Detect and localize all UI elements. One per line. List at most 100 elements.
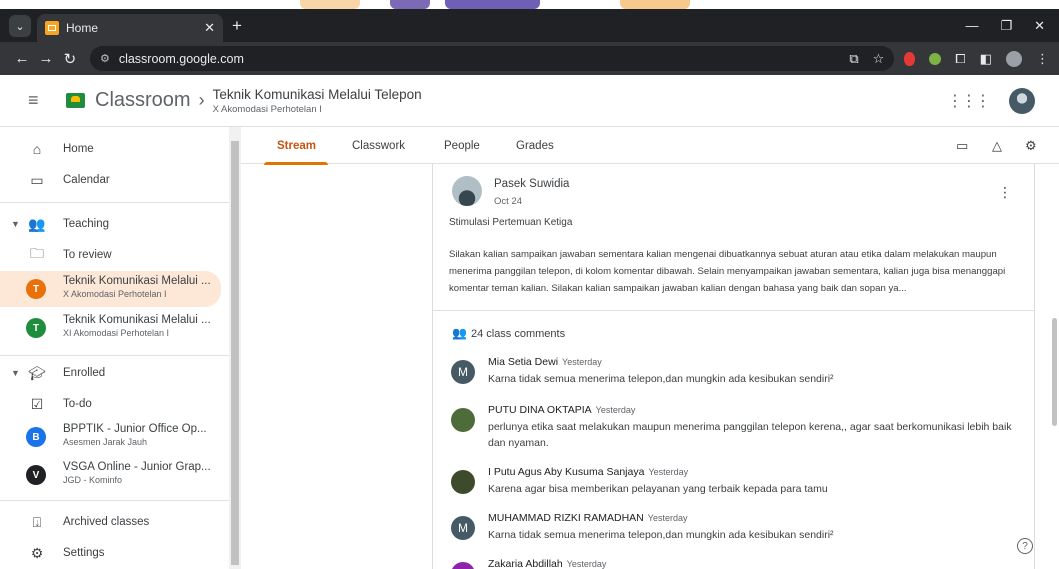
class-comments-toggle[interactable]: 👥 24 class comments [452,326,565,340]
stream-post-card: Pasek Suwidia Oct 24 ⋮ Stimulasi Pertemu… [432,164,1035,569]
scrollbar-thumb[interactable] [231,141,239,565]
sidebar-item-label: Settings [63,547,105,559]
sidebar-scrollbar[interactable] [229,127,241,569]
extension-red-icon[interactable] [904,51,916,66]
more-options-icon[interactable]: ⋮ [998,184,1012,201]
people-icon: 👥 [452,326,467,340]
sidebar-item-sublabel: XI Akomodasi Perhotelan I [63,328,170,338]
sidebar-item-label: Teknik Komunikasi Melalui ... [63,314,211,326]
classroom-header: ≡ Classroom › Teknik Komunikasi Melalui … [0,75,1059,127]
sidebar-item-label: To review [63,249,112,261]
google-apps-icon[interactable]: ⋮⋮⋮ [947,91,991,111]
comment-text: Karna tidak semua menerima telepon,dan m… [488,529,834,541]
comment-time: Yesterday [648,467,689,477]
comment-time: Yesterday [566,559,607,569]
reload-icon[interactable]: ↻ [58,50,82,68]
sidebar-item-calendar[interactable]: ▭ Calendar [0,164,229,196]
calendar-icon[interactable]: ▭ [956,138,968,154]
comment-time: Yesterday [562,357,602,367]
minimize-icon[interactable]: — [965,18,978,34]
sidebar-item-enrolled[interactable]: ▼ 🎓︎ Enrolled [0,357,229,389]
extensions-puzzle-icon[interactable]: ⧠ [955,51,965,67]
close-window-icon[interactable]: ✕ [1034,18,1045,34]
browser-toolbar: ← → ↻ ⚙ classroom.google.com ⧉ ☆ ⧠ ◧ ⋮ [0,42,1059,75]
tab-people[interactable]: People [444,127,480,164]
tab-stream[interactable]: Stream [264,127,328,165]
comment-text: Karena agar bisa memberikan pelayanan ya… [488,483,828,495]
avatar: M [451,516,475,540]
caret-down-icon[interactable]: ▼ [11,368,20,378]
sidebar-item-to-review[interactable]: 🗀 To review [0,239,229,271]
comment-author: PUTU DINA OKTAPIA [488,404,592,416]
browser-tab-title: Home [66,21,99,35]
class-initial-badge: V [26,465,46,485]
site-info-icon[interactable]: ⚙ [100,52,110,65]
comment-author: Zakaria Abdillah [488,558,563,569]
sidebar-item-archived[interactable]: ⍗ Archived classes [0,506,229,538]
caret-down-icon[interactable]: ▼ [11,219,20,229]
new-tab-icon[interactable]: + [232,16,242,36]
divider [0,355,229,356]
sidebar-item-class[interactable]: V VSGA Online - Junior Grap... JGD - Kom… [0,457,229,493]
main-menu-icon[interactable]: ≡ [28,90,50,111]
class-name: Teknik Komunikasi Melalui Telepon [212,86,422,102]
avatar: M [451,360,475,384]
side-panel-icon[interactable]: ◧ [980,51,992,67]
calendar-icon: ▭ [30,171,44,188]
avatar[interactable] [1009,87,1035,114]
avatar [451,470,475,494]
browser-menu-icon[interactable]: ⋮ [1036,51,1049,67]
classroom-logo-icon[interactable] [66,93,85,108]
install-app-icon[interactable]: ⧉ [849,51,858,67]
browser-tab[interactable]: Home ✕ [37,14,223,42]
help-icon[interactable]: ? [1017,538,1033,554]
main-scrollbar[interactable] [1052,318,1057,426]
avatar [451,562,475,569]
app-name[interactable]: Classroom [95,89,191,112]
avatar [451,408,475,432]
comment-text: perlunya etika saat melakukan maupun men… [488,421,1012,449]
divider [0,202,229,203]
sidebar-item-label: Teknik Komunikasi Melalui ... [63,275,211,287]
sidebar-item-class[interactable]: T Teknik Komunikasi Melalui ... X Akomod… [0,271,221,307]
bookmark-star-icon[interactable]: ☆ [873,51,885,67]
sidebar-item-sublabel: Asesmen Jarak Jauh [63,437,148,447]
sidebar-item-class[interactable]: T Teknik Komunikasi Melalui ... XI Akomo… [0,310,229,346]
comment-author: Mia Setia Dewi [488,356,559,368]
sidebar-item-settings[interactable]: ⚙ Settings [0,537,229,569]
breadcrumb[interactable]: Teknik Komunikasi Melalui Telepon X Akom… [213,87,422,115]
forward-icon[interactable]: → [34,50,58,67]
drive-icon[interactable]: △ [992,138,1002,154]
tab-classwork[interactable]: Classwork [352,127,405,164]
checklist-icon: ☑ [30,395,44,412]
sidebar-item-label: VSGA Online - Junior Grap... [63,461,211,473]
comment-time: Yesterday [595,405,636,415]
sidebar-item-home[interactable]: ⌂ Home [0,133,229,165]
class-section: X Akomodasi Perhotelan I [212,103,322,115]
sidebar-item-sublabel: X Akomodasi Perhotelan I [63,289,167,299]
post-date: Oct 24 [494,196,522,207]
back-icon[interactable]: ← [10,50,34,67]
comments-count: 24 class comments [470,328,566,340]
profile-avatar-icon[interactable] [1005,50,1022,67]
top-banner-strip [0,0,1059,9]
restore-icon[interactable]: ❐ [1000,18,1012,34]
comment-time: Yesterday [647,513,688,523]
sidebar-item-label: Archived classes [63,516,150,528]
tab-search-icon[interactable]: ⌄ [9,15,31,37]
class-initial-badge: T [26,279,46,299]
sidebar-item-label: Enrolled [63,367,106,379]
extension-green-icon[interactable] [929,52,942,65]
post-title: Stimulasi Pertemuan Ketiga [449,217,573,228]
sidebar-item-label: BPPTIK - Junior Office Op... [63,423,207,435]
sidebar-item-to-do[interactable]: ☑ To-do [0,388,229,420]
sidebar-item-class[interactable]: B BPPTIK - Junior Office Op... Asesmen J… [0,419,229,455]
gear-icon[interactable]: ⚙ [1025,138,1037,154]
class-initial-badge: B [26,427,46,447]
address-bar[interactable]: ⚙ classroom.google.com ⧉ ☆ [89,46,895,71]
tab-grades[interactable]: Grades [516,127,554,164]
sidebar-item-label: To-do [63,398,92,410]
close-tab-icon[interactable]: ✕ [204,20,215,36]
sidebar-item-teaching[interactable]: ▼ 👥 Teaching [0,208,229,240]
sidebar-item-sublabel: JGD - Kominfo [63,475,123,485]
